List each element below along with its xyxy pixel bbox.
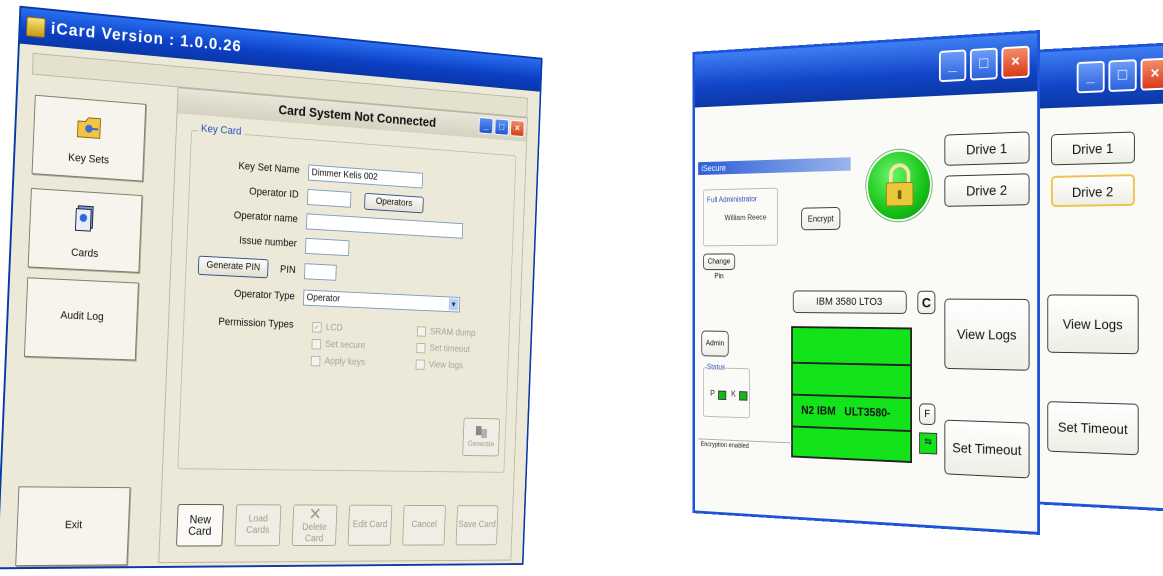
minimize-icon[interactable]: _ bbox=[938, 49, 967, 83]
refresh-icon[interactable]: ⇆ bbox=[919, 432, 938, 455]
isecure-front-window-controls: _ □ × bbox=[938, 45, 1030, 83]
app-icon bbox=[25, 16, 46, 38]
status-k-indicator bbox=[739, 391, 748, 401]
icard-frame: iCard Version : 1.0.0.26 Key Sets Cards … bbox=[0, 5, 543, 570]
chevron-down-icon[interactable]: ▼ bbox=[448, 298, 459, 311]
lcd-divider bbox=[792, 361, 911, 367]
admin-info-box: Full Administrator William Reece bbox=[702, 187, 778, 247]
generate-button[interactable]: Generate bbox=[462, 417, 501, 457]
sram-dump-label: SRAM dump bbox=[429, 326, 476, 339]
panel-window-controls: _ □ × bbox=[478, 116, 525, 138]
save-card-button[interactable]: Save Card bbox=[455, 505, 499, 546]
exit-label: Exit bbox=[64, 519, 83, 532]
inner-titlebar: iSecure bbox=[698, 157, 851, 176]
minimize-icon[interactable]: _ bbox=[1076, 60, 1105, 94]
cancel-button[interactable]: Cancel bbox=[402, 504, 446, 546]
isecure-front-frame: _ □ × iSecure Full Administrator William… bbox=[692, 30, 1040, 535]
set-timeout-label: Set timeout bbox=[429, 343, 471, 356]
delete-x-icon: ✕ bbox=[308, 504, 322, 524]
pin-input[interactable] bbox=[303, 263, 337, 281]
pin-label: PIN bbox=[279, 263, 296, 276]
drive-model-display: IBM 3580 LTO3 bbox=[792, 290, 907, 314]
cards-button[interactable]: Cards bbox=[27, 187, 143, 273]
back-drive2-button[interactable]: Drive 2 bbox=[1050, 174, 1135, 208]
generate-icon bbox=[475, 426, 488, 439]
generate-pin-button[interactable]: Generate PIN bbox=[197, 255, 269, 279]
status-label: Status bbox=[706, 362, 726, 372]
lock-status-icon bbox=[866, 148, 932, 222]
checkbox-box bbox=[310, 355, 321, 367]
drive1-button[interactable]: Drive 1 bbox=[944, 131, 1030, 166]
delete-card-button[interactable]: ✕ Delete Card bbox=[291, 504, 338, 547]
view-logs-checkbox[interactable]: View logs bbox=[415, 359, 464, 372]
card-stack-icon bbox=[74, 204, 97, 233]
edit-card-button[interactable]: Edit Card bbox=[347, 504, 393, 546]
view-logs-button[interactable]: View Logs bbox=[944, 298, 1030, 371]
status-group: Status P K bbox=[702, 362, 750, 419]
audit-log-label: Audit Log bbox=[60, 309, 104, 324]
close-icon[interactable]: × bbox=[510, 119, 525, 138]
set-timeout-button[interactable]: Set Timeout bbox=[944, 419, 1030, 479]
status-bar-text: Encryption enabled bbox=[700, 441, 749, 450]
f-button[interactable]: F bbox=[919, 403, 936, 426]
set-timeout-checkbox[interactable]: Set timeout bbox=[416, 342, 471, 356]
isecure-back-window-controls: _ □ × bbox=[1076, 57, 1163, 94]
lcd-divider bbox=[792, 393, 911, 400]
lcd-line-text: N2 IBM ULT3580- bbox=[801, 403, 891, 420]
back-view-logs-button[interactable]: View Logs bbox=[1047, 294, 1139, 355]
exit-button[interactable]: Exit bbox=[15, 486, 131, 567]
lcd-checkbox[interactable]: ✓ LCD bbox=[312, 321, 343, 334]
checkmark-icon: ✓ bbox=[312, 321, 322, 333]
view-logs-label: View logs bbox=[428, 359, 464, 372]
isecure-title: iSecure bbox=[701, 163, 726, 174]
cards-label: Cards bbox=[70, 246, 99, 261]
apply-keys-label: Apply keys bbox=[324, 356, 366, 369]
checkbox-box bbox=[416, 342, 426, 354]
c-button[interactable]: C bbox=[917, 290, 936, 315]
key-sets-button[interactable]: Key Sets bbox=[31, 94, 147, 182]
load-cards-button[interactable]: Load Cards bbox=[234, 504, 282, 547]
apply-keys-checkbox[interactable]: Apply keys bbox=[310, 355, 366, 369]
minimize-icon[interactable]: _ bbox=[478, 116, 494, 135]
checkbox-box bbox=[415, 359, 425, 370]
operator-id-input[interactable] bbox=[306, 188, 352, 208]
generate-label: Generate bbox=[467, 439, 495, 449]
maximize-icon[interactable]: □ bbox=[969, 47, 998, 81]
audit-log-button[interactable]: Audit Log bbox=[23, 277, 139, 361]
status-p-indicator bbox=[718, 390, 727, 401]
set-secure-label: Set secure bbox=[324, 339, 366, 352]
maximize-icon[interactable]: □ bbox=[1108, 59, 1137, 93]
close-icon[interactable]: × bbox=[1001, 45, 1030, 79]
maximize-icon[interactable]: □ bbox=[494, 118, 510, 136]
status-p-label: P bbox=[710, 388, 715, 398]
encrypt-button[interactable]: Encrypt bbox=[801, 206, 841, 231]
back-set-timeout-button[interactable]: Set Timeout bbox=[1047, 401, 1139, 456]
change-pin-button[interactable]: Change Pin bbox=[702, 253, 736, 280]
key-sets-label: Key Sets bbox=[67, 151, 110, 167]
new-card-button[interactable]: New Card bbox=[176, 503, 224, 547]
drive2-button[interactable]: Drive 2 bbox=[944, 173, 1030, 207]
isecure-front-window: _ □ × iSecure Full Administrator William… bbox=[692, 30, 1040, 535]
issue-number-input[interactable] bbox=[304, 237, 350, 257]
status-k-label: K bbox=[731, 389, 736, 399]
admin-button[interactable]: Admin bbox=[701, 330, 729, 357]
icard-window: iCard Version : 1.0.0.26 Key Sets Cards … bbox=[0, 1, 560, 576]
key-card-panel: Card System Not Connected _ □ × Key Card… bbox=[158, 87, 528, 564]
padlock-icon bbox=[882, 161, 917, 210]
delete-card-label: Delete Card bbox=[302, 522, 328, 545]
status-bar: Encryption enabled bbox=[698, 438, 792, 455]
admin-name: William Reece bbox=[724, 213, 767, 223]
set-secure-checkbox[interactable]: Set secure bbox=[311, 338, 366, 352]
checkbox-box bbox=[311, 338, 322, 350]
key-folder-icon bbox=[75, 113, 102, 141]
checkbox-box bbox=[416, 326, 427, 337]
admin-role: Full Administrator bbox=[706, 194, 758, 205]
lcd-divider bbox=[792, 425, 911, 432]
back-drive1-button[interactable]: Drive 1 bbox=[1050, 131, 1135, 166]
isecure-front-titlebar: _ □ × bbox=[694, 33, 1038, 108]
operator-type-value: Operator bbox=[306, 292, 341, 305]
lcd-display: N2 IBM ULT3580- bbox=[791, 326, 913, 464]
lcd-label: LCD bbox=[325, 322, 343, 334]
close-icon[interactable]: × bbox=[1140, 57, 1163, 91]
